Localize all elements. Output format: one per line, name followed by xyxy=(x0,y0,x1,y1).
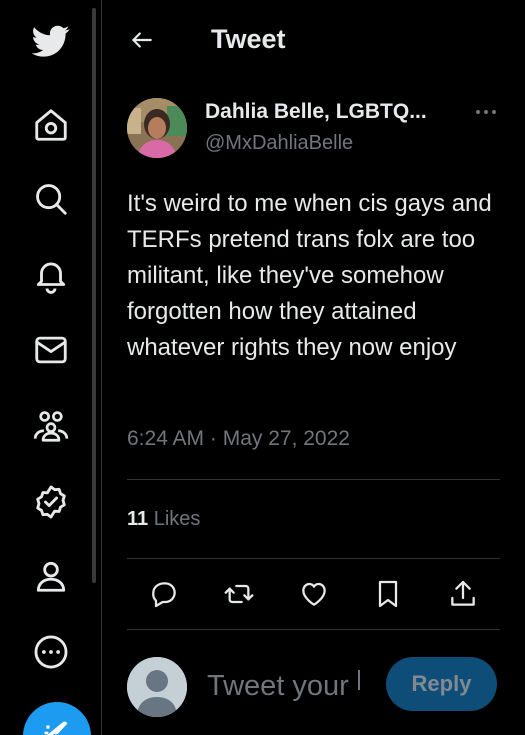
home-icon[interactable] xyxy=(28,102,74,148)
current-user-avatar[interactable] xyxy=(127,657,187,717)
tweet-more-button[interactable] xyxy=(470,100,502,124)
arrow-left-icon xyxy=(132,32,152,48)
reply-action-button[interactable] xyxy=(146,576,182,612)
reply-icon xyxy=(152,582,176,608)
text-caret xyxy=(358,670,360,690)
search-icon[interactable] xyxy=(28,176,74,222)
like-action-button[interactable] xyxy=(296,576,332,612)
sidebar-divider xyxy=(101,0,102,735)
share-action-button[interactable] xyxy=(445,576,481,612)
author-avatar[interactable] xyxy=(127,98,187,158)
default-avatar-icon xyxy=(127,657,187,717)
reply-button[interactable]: Reply xyxy=(386,657,497,711)
back-button[interactable] xyxy=(126,24,158,56)
bookmark-icon xyxy=(378,580,398,608)
compose-tweet-button[interactable] xyxy=(23,702,91,735)
more-horizontal-icon xyxy=(476,110,496,114)
retweet-action-button[interactable] xyxy=(221,576,257,612)
likes-link[interactable]: 11 Likes xyxy=(127,508,200,531)
profile-icon[interactable] xyxy=(28,553,74,599)
author-handle[interactable]: @MxDahliaBelle xyxy=(205,132,353,155)
share-icon xyxy=(451,580,475,606)
reply-input[interactable] xyxy=(207,664,367,708)
divider xyxy=(127,629,500,630)
avatar-photo xyxy=(127,98,187,158)
mail-icon[interactable] xyxy=(28,327,74,373)
likes-label: Likes xyxy=(153,508,201,530)
page-title: Tweet xyxy=(211,24,286,54)
verified-icon[interactable] xyxy=(28,479,74,525)
bell-icon[interactable] xyxy=(28,252,74,298)
sidebar-scrollbar[interactable] xyxy=(92,8,96,583)
divider xyxy=(127,558,500,559)
like-icon xyxy=(302,582,326,606)
twitter-logo-icon[interactable] xyxy=(28,18,74,64)
author-display-name[interactable]: Dahlia Belle, LGBTQ... xyxy=(205,100,427,124)
communities-icon[interactable] xyxy=(28,403,74,449)
tweet-timestamp[interactable]: 6:24 AM · May 27, 2022 xyxy=(127,427,350,451)
tweet-text: It's weird to me when cis gays and TERFs… xyxy=(127,190,492,361)
sidebar xyxy=(0,0,102,735)
bookmark-action-button[interactable] xyxy=(370,576,406,612)
likes-count: 11 xyxy=(127,508,149,530)
retweet-icon xyxy=(224,584,254,604)
compose-icon xyxy=(44,721,68,735)
page-header: Tweet xyxy=(102,0,525,80)
divider xyxy=(127,479,500,480)
more-circle-icon[interactable] xyxy=(28,629,74,675)
